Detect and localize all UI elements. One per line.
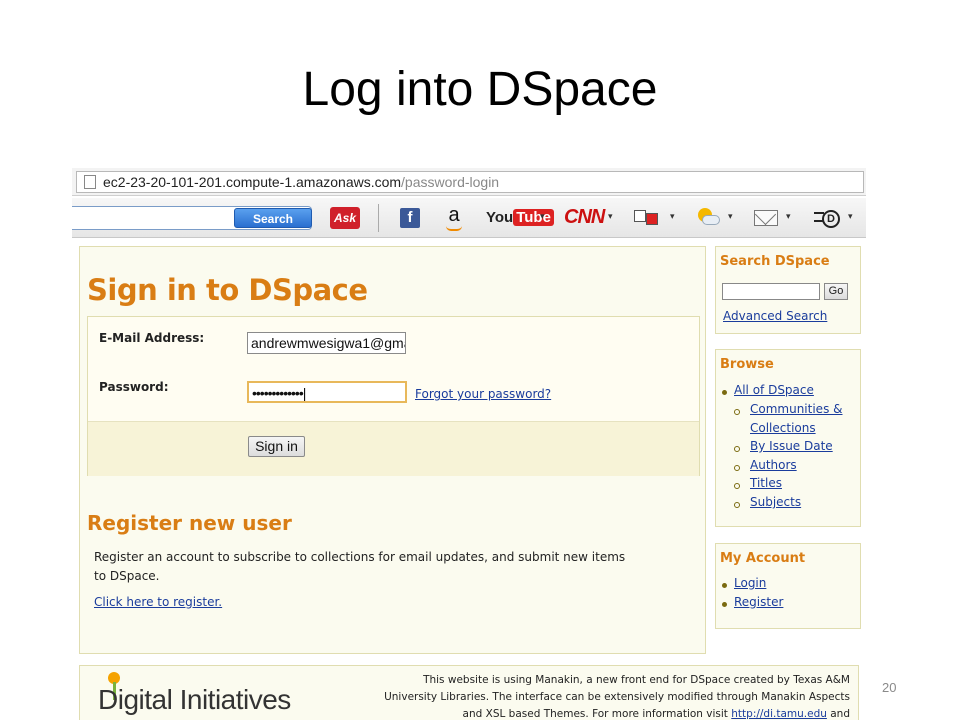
facebook-icon[interactable]: f bbox=[400, 208, 420, 228]
d-logo-icon[interactable]: D bbox=[814, 206, 844, 230]
footer-line-3-prefix: and XSL based Themes. For more informati… bbox=[462, 708, 732, 720]
amazon-icon[interactable]: a bbox=[442, 204, 466, 231]
chevron-down-icon[interactable]: ▾ bbox=[728, 212, 733, 222]
main-panel: Sign in to DSpace E-Mail Address: andrew… bbox=[79, 246, 706, 654]
slide-title: Log into DSpace bbox=[302, 63, 658, 116]
die-face bbox=[646, 213, 658, 225]
tamu-link[interactable]: http://di.tamu.edu bbox=[731, 708, 827, 720]
toolbar-separator bbox=[378, 204, 379, 232]
ask-icon[interactable]: Ask bbox=[330, 207, 360, 229]
circle-bullet-icon bbox=[734, 502, 740, 508]
password-label: Password: bbox=[99, 380, 169, 394]
die-face bbox=[634, 210, 646, 222]
form-button-row bbox=[88, 421, 699, 476]
weather-icon[interactable] bbox=[696, 208, 722, 228]
signin-heading: Sign in to DSpace bbox=[87, 273, 368, 307]
mail-icon[interactable] bbox=[754, 210, 778, 226]
password-field[interactable]: •••••••••••••| bbox=[247, 381, 407, 403]
sidebar-search-title: Search DSpace bbox=[720, 254, 830, 269]
amazon-smile bbox=[446, 226, 462, 231]
footer-line-1: This website is using Manakin, a new fro… bbox=[423, 674, 850, 686]
sign-in-button[interactable]: Sign in bbox=[248, 436, 305, 457]
advanced-search-link[interactable]: Advanced Search bbox=[723, 309, 827, 323]
toolbar-search-button[interactable]: Search bbox=[234, 208, 312, 228]
register-heading: Register new user bbox=[87, 511, 292, 535]
go-button[interactable]: Go bbox=[824, 283, 848, 300]
digital-initiatives-logo: Digital Initiatives bbox=[98, 684, 291, 715]
sidebar-item-issue-date[interactable]: By Issue Date bbox=[750, 439, 833, 453]
page-content: Sign in to DSpace E-Mail Address: andrew… bbox=[72, 239, 866, 720]
sidebar-item-authors[interactable]: Authors bbox=[750, 458, 797, 472]
circle-bullet-icon bbox=[734, 465, 740, 471]
register-link[interactable]: Click here to register. bbox=[94, 595, 222, 609]
dice-icon[interactable] bbox=[634, 210, 660, 226]
register-description: Register an account to subscribe to coll… bbox=[94, 550, 626, 583]
circle-bullet-icon bbox=[734, 409, 740, 415]
address-input[interactable]: ec2-23-20-101-201.compute-1.amazonaws.co… bbox=[76, 171, 864, 193]
email-field[interactable]: andrewmwesigwa1@gmai bbox=[247, 332, 406, 354]
sidebar-item-communities[interactable]: Communities & bbox=[750, 402, 843, 416]
sidebar-browse-title: Browse bbox=[720, 357, 774, 372]
sidebar-search-input[interactable] bbox=[722, 283, 820, 300]
footer-text: This website is using Manakin, a new fro… bbox=[380, 672, 850, 720]
bullet-icon bbox=[722, 583, 727, 588]
cloud-shape bbox=[702, 215, 720, 225]
d-ring: D bbox=[822, 210, 840, 228]
sidebar-browse: Browse All of DSpace Communities & Colle… bbox=[715, 349, 861, 527]
footer-line-3: and XSL based Themes. For more informati… bbox=[380, 706, 850, 720]
sidebar-account: My Account Login Register bbox=[715, 543, 861, 629]
address-bar: ec2-23-20-101-201.compute-1.amazonaws.co… bbox=[72, 168, 866, 196]
youtube-you: You bbox=[486, 209, 514, 226]
sidebar-item-register[interactable]: Register bbox=[734, 595, 783, 609]
chevron-down-icon[interactable]: ▾ bbox=[670, 212, 675, 222]
chevron-down-icon[interactable]: ▾ bbox=[786, 212, 791, 222]
amazon-letter: a bbox=[448, 204, 460, 226]
footer-line-2: University Libraries. The interface can … bbox=[384, 691, 850, 703]
page-icon bbox=[84, 175, 96, 189]
circle-bullet-icon bbox=[734, 446, 740, 452]
login-form: E-Mail Address: andrewmwesigwa1@gmai Pas… bbox=[87, 316, 700, 476]
cnn-icon[interactable]: CNN bbox=[564, 206, 605, 229]
browser-screenshot: ec2-23-20-101-201.compute-1.amazonaws.co… bbox=[72, 168, 866, 720]
bullet-icon bbox=[722, 390, 727, 395]
forgot-password-link[interactable]: Forgot your password? bbox=[415, 387, 551, 401]
browser-toolbar: Search Ask f a You Tube ▾ CNN ▾ ▾ ▾ ▾ D ▾ bbox=[72, 198, 866, 238]
bullet-icon bbox=[722, 602, 727, 607]
sidebar-item-subjects[interactable]: Subjects bbox=[750, 495, 801, 509]
sidebar-item-collections[interactable]: Collections bbox=[750, 421, 816, 435]
chevron-down-icon[interactable]: ▾ bbox=[540, 212, 545, 222]
footer-line-3-suffix: and bbox=[826, 708, 850, 720]
youtube-tube: Tube bbox=[513, 209, 554, 226]
address-host: ec2-23-20-101-201.compute-1.amazonaws.co… bbox=[103, 174, 402, 190]
chevron-down-icon[interactable]: ▾ bbox=[848, 212, 853, 222]
footer: Digital Initiatives This website is usin… bbox=[79, 665, 859, 720]
sidebar-item-titles[interactable]: Titles bbox=[750, 476, 782, 490]
circle-bullet-icon bbox=[734, 483, 740, 489]
address-path: /password-login bbox=[401, 174, 500, 190]
sidebar-item-login[interactable]: Login bbox=[734, 576, 766, 590]
sidebar-search: Search DSpace Go Advanced Search bbox=[715, 246, 861, 334]
sidebar-account-title: My Account bbox=[720, 551, 806, 566]
email-label: E-Mail Address: bbox=[99, 331, 205, 345]
sidebar-item-all-of-dspace[interactable]: All of DSpace bbox=[734, 383, 814, 397]
slide-number: 20 bbox=[882, 680, 897, 695]
chevron-down-icon[interactable]: ▾ bbox=[608, 212, 613, 222]
